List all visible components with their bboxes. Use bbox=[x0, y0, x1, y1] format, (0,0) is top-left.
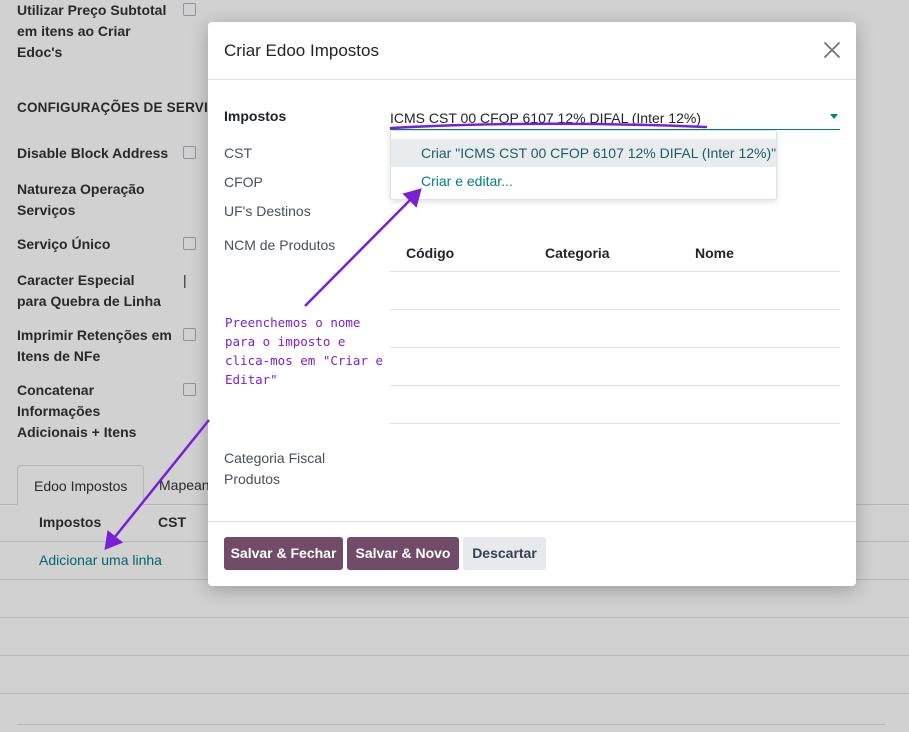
dropdown-create-option[interactable]: Criar "ICMS CST 00 CFOP 6107 12% DIFAL (… bbox=[391, 139, 776, 167]
save-close-button[interactable]: Salvar & Fechar bbox=[224, 537, 343, 570]
discard-button[interactable]: Descartar bbox=[463, 537, 546, 570]
modal-footer: Salvar & Fechar Salvar & Novo Descartar bbox=[208, 521, 856, 586]
ncm-table-row bbox=[390, 347, 840, 348]
ncm-table-row bbox=[390, 423, 840, 424]
close-icon[interactable] bbox=[820, 38, 844, 62]
impostos-autocomplete-dropdown: Criar "ICMS CST 00 CFOP 6107 12% DIFAL (… bbox=[390, 130, 777, 200]
categoria-fiscal-label: Categoria Fiscal Produtos bbox=[224, 450, 326, 487]
cst-label: CST bbox=[224, 145, 252, 161]
save-new-button[interactable]: Salvar & Novo bbox=[347, 537, 459, 570]
ncm-th-categoria: Categoria bbox=[545, 245, 610, 261]
modal-title: Criar Edoo Impostos bbox=[224, 41, 379, 60]
create-edoo-impostos-dialog: Criar Edoo Impostos Impostos ICMS CST 00… bbox=[208, 22, 856, 586]
ncm-th-nome: Nome bbox=[695, 245, 734, 261]
dropdown-create-edit-option[interactable]: Criar e editar... bbox=[391, 167, 776, 195]
ncm-th-codigo: Código bbox=[406, 245, 455, 261]
ncm-table-row bbox=[390, 271, 840, 272]
chevron-down-icon[interactable] bbox=[830, 114, 838, 119]
ncm-table-row bbox=[390, 309, 840, 310]
cfop-label: CFOP bbox=[224, 174, 263, 190]
annotation-text: Preenchemos o nome para o imposto e clic… bbox=[225, 315, 384, 387]
ncm-table-row bbox=[390, 385, 840, 386]
ncm-produtos-label: NCM de Produtos bbox=[224, 237, 336, 253]
uf-destinos-label: UF's Destinos bbox=[224, 203, 311, 219]
modal-header: Criar Edoo Impostos bbox=[208, 22, 856, 80]
impostos-label: Impostos bbox=[224, 108, 287, 124]
impostos-input[interactable]: ICMS CST 00 CFOP 6107 12% DIFAL (Inter 1… bbox=[390, 108, 840, 130]
